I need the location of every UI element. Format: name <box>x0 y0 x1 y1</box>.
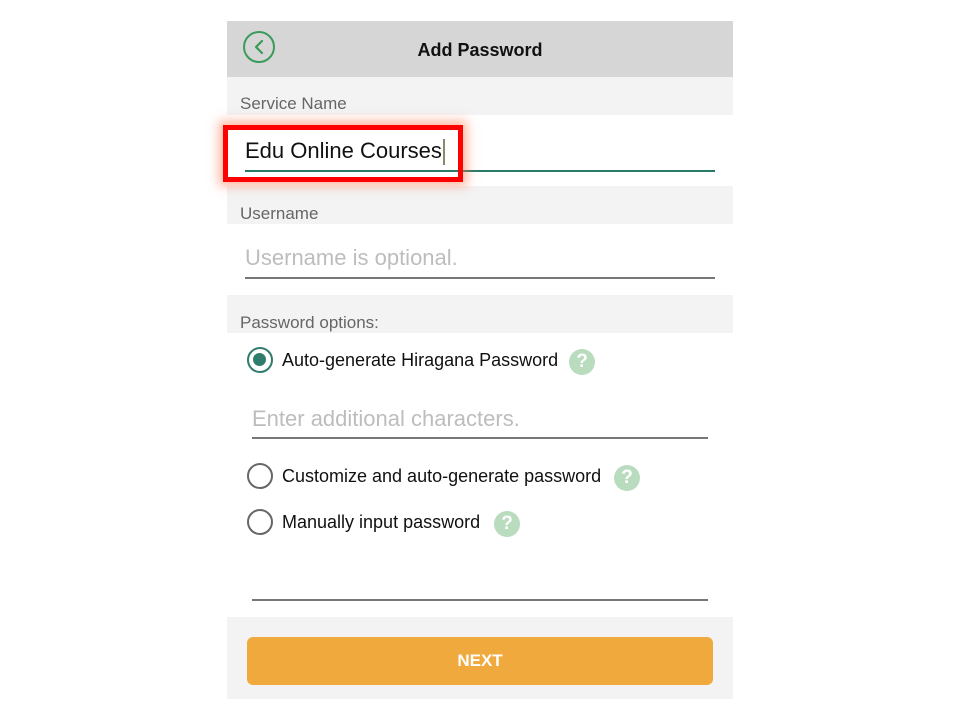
radio-unselected-icon[interactable] <box>247 463 273 489</box>
service-name-section: Service Name <box>227 77 733 115</box>
additional-characters-placeholder: Enter additional characters. <box>252 406 520 431</box>
username-input[interactable]: Username is optional. <box>245 241 715 279</box>
highlight-box <box>223 125 463 182</box>
radio-selected-icon[interactable] <box>247 347 273 373</box>
option-label: Customize and auto-generate password <box>282 466 602 486</box>
help-icon[interactable]: ? <box>569 349 595 375</box>
page-title: Add Password <box>417 40 543 60</box>
option-label: Manually input password <box>282 512 481 532</box>
password-options-section: Password options: <box>227 295 733 333</box>
username-label: Username <box>240 204 319 223</box>
option-label: Auto-generate Hiragana Password <box>282 350 559 370</box>
add-password-screen: Add Password Service Name Edu Online Cou… <box>227 21 733 699</box>
next-button[interactable]: NEXT <box>247 637 713 685</box>
username-section: Username <box>227 186 733 224</box>
additional-characters-input[interactable]: Enter additional characters. <box>252 403 708 439</box>
app-header: Add Password <box>227 21 733 77</box>
password-options-label: Password options: <box>240 313 379 332</box>
help-icon[interactable]: ? <box>494 511 520 537</box>
manual-password-input[interactable] <box>252 565 708 601</box>
username-placeholder: Username is optional. <box>245 245 458 270</box>
radio-unselected-icon[interactable] <box>247 509 273 535</box>
help-icon[interactable]: ? <box>614 465 640 491</box>
service-name-label: Service Name <box>240 94 347 113</box>
